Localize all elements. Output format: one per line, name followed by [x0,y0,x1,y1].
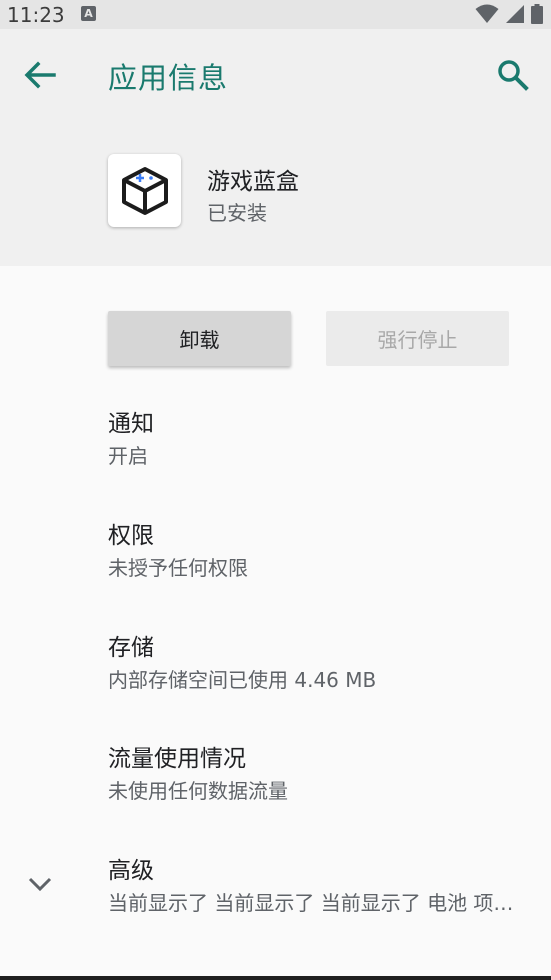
game-box-icon [121,166,168,215]
pref-advanced[interactable]: 高级 当前显示了 当前显示了 当前显示了 电池 项… [108,856,538,917]
search-button[interactable] [495,57,531,93]
battery-icon [531,4,543,24]
app-header: 应用信息 游戏蓝盒 已安装 [0,29,551,266]
chevron-down-icon[interactable] [26,872,54,896]
app-name: 游戏蓝盒 [207,169,299,195]
pref-summary: 开启 [108,444,148,468]
pref-title: 高级 [108,858,154,884]
pref-data-usage[interactable]: 流量使用情况 未使用任何数据流量 [108,744,538,805]
uninstall-button[interactable]: 卸载 [108,311,291,366]
bottom-edge [0,976,551,980]
pref-summary: 内部存储空间已使用 4.46 MB [108,668,377,692]
pref-title: 流量使用情况 [108,746,246,772]
signal-icon [506,5,524,23]
pref-notifications[interactable]: 通知 开启 [108,409,538,470]
pref-title: 通知 [108,411,154,437]
wifi-icon [475,4,499,23]
pref-summary: 未使用任何数据流量 [108,779,288,803]
pref-title: 存储 [108,635,154,661]
notification-icon: A [81,6,96,21]
pref-summary: 未授予任何权限 [108,556,248,580]
app-icon [108,154,181,227]
search-icon [498,60,529,91]
force-stop-button[interactable]: 强行停止 [326,311,509,366]
status-time: 11:23 [7,3,65,27]
pref-storage[interactable]: 存储 内部存储空间已使用 4.46 MB [108,633,538,694]
app-install-status: 已安装 [207,201,267,225]
pref-title: 权限 [108,523,154,549]
status-icons [475,4,543,24]
arrow-left-icon [24,61,56,89]
back-button[interactable] [20,57,60,93]
pref-summary: 当前显示了 当前显示了 当前显示了 电池 项… [108,891,514,915]
pref-permissions[interactable]: 权限 未授予任何权限 [108,521,538,582]
status-bar: 11:23 A [0,0,551,29]
page-title: 应用信息 [108,61,229,95]
